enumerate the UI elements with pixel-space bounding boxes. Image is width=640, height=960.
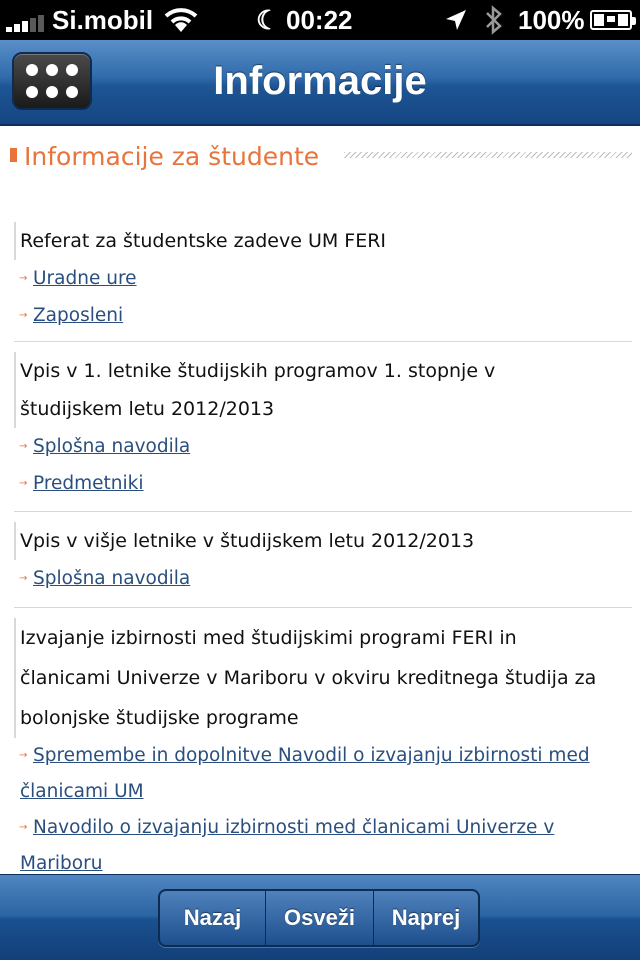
- moon-icon: ☾: [256, 5, 280, 35]
- info-block: Izvajanje izbirnosti med študijskimi pro…: [14, 618, 632, 874]
- block-title: Izvajanje izbirnosti med študijskimi pro…: [14, 618, 632, 738]
- bullet-arrow-icon: →: [19, 750, 28, 761]
- signal-strength-icon: [6, 12, 46, 32]
- link-spremembe-navodil[interactable]: Spremembe in dopolnitve Navodil o izvaja…: [20, 745, 590, 802]
- block-title-line: Izvajanje izbirnosti med študijskimi pro…: [20, 627, 517, 649]
- link-item: → Uradne ure: [14, 260, 632, 297]
- bullet-arrow-icon: →: [19, 310, 28, 321]
- block-title: Vpis v višje letnike v študijskem letu 2…: [14, 522, 632, 560]
- link-item: → Zaposleni: [14, 297, 632, 334]
- link-uradne-ure[interactable]: Uradne ure: [33, 268, 137, 289]
- block-title-line: bolonjske študijske programe: [20, 707, 299, 729]
- block-title-line: študijskem letu 2012/2013: [20, 398, 275, 420]
- link-splosna-navodila[interactable]: Splošna navodila: [33, 568, 190, 589]
- wifi-icon: [164, 8, 198, 32]
- link-splosna-navodila[interactable]: Splošna navodila: [33, 436, 190, 457]
- heading-accent-bar: [10, 148, 17, 162]
- page-title: Informacije: [213, 59, 427, 103]
- forward-button[interactable]: Naprej: [374, 891, 478, 945]
- navigation-bar: Informacije: [0, 40, 640, 126]
- block-title-line: Vpis v 1. letnike študijskih programov 1…: [20, 360, 496, 382]
- bluetooth-icon: [486, 5, 502, 35]
- status-bar: Si.mobil ☾ 00:22 100%: [0, 0, 640, 40]
- heading-divider: [344, 152, 632, 158]
- bottom-toolbar: Nazaj Osveži Naprej: [0, 874, 640, 960]
- battery-percentage: 100%: [518, 5, 585, 35]
- bullet-arrow-icon: →: [19, 273, 28, 284]
- link-item: → Splošna navodila: [14, 560, 632, 597]
- navigation-segmented-control: Nazaj Osveži Naprej: [158, 889, 480, 947]
- link-zaposleni[interactable]: Zaposleni: [33, 305, 123, 326]
- content-area[interactable]: Informacije za študente Referat za štude…: [0, 126, 640, 874]
- battery-charging-icon: [590, 10, 636, 30]
- info-block: Referat za študentske zadeve UM FERI → U…: [14, 222, 632, 342]
- bullet-arrow-icon: →: [19, 573, 28, 584]
- bullet-arrow-icon: →: [19, 478, 28, 489]
- block-title-line: članicami Univerze v Mariboru v okviru k…: [20, 667, 597, 689]
- section-heading: Informacije za študente: [10, 142, 632, 172]
- block-title: Vpis v 1. letnike študijskih programov 1…: [14, 352, 632, 428]
- location-arrow-icon: [446, 10, 466, 30]
- bullet-arrow-icon: →: [19, 441, 28, 452]
- clock: 00:22: [286, 5, 353, 35]
- link-item: → Spremembe in dopolnitve Navodil o izva…: [14, 738, 632, 810]
- block-title-line: Vpis v višje letnike v študijskem letu 2…: [20, 530, 475, 552]
- section-heading-text: Informacije za študente: [24, 142, 320, 171]
- bullet-arrow-icon: →: [19, 822, 28, 833]
- link-predmetniki[interactable]: Predmetniki: [33, 473, 144, 494]
- link-navodilo-izbirnosti[interactable]: Navodilo o izvajanju izbirnosti med član…: [20, 817, 554, 874]
- refresh-button[interactable]: Osveži: [266, 891, 374, 945]
- link-item: → Splošna navodila: [14, 428, 632, 465]
- back-button[interactable]: Nazaj: [160, 891, 266, 945]
- info-block: Vpis v višje letnike v študijskem letu 2…: [14, 522, 632, 608]
- block-title: Referat za študentske zadeve UM FERI: [14, 222, 632, 260]
- link-item: → Predmetniki: [14, 465, 632, 502]
- info-block: Vpis v 1. letnike študijskih programov 1…: [14, 352, 632, 512]
- block-title-line: Referat za študentske zadeve UM FERI: [20, 230, 387, 252]
- carrier-name: Si.mobil: [52, 5, 154, 35]
- link-item: → Navodilo o izvajanju izbirnosti med čl…: [14, 810, 632, 874]
